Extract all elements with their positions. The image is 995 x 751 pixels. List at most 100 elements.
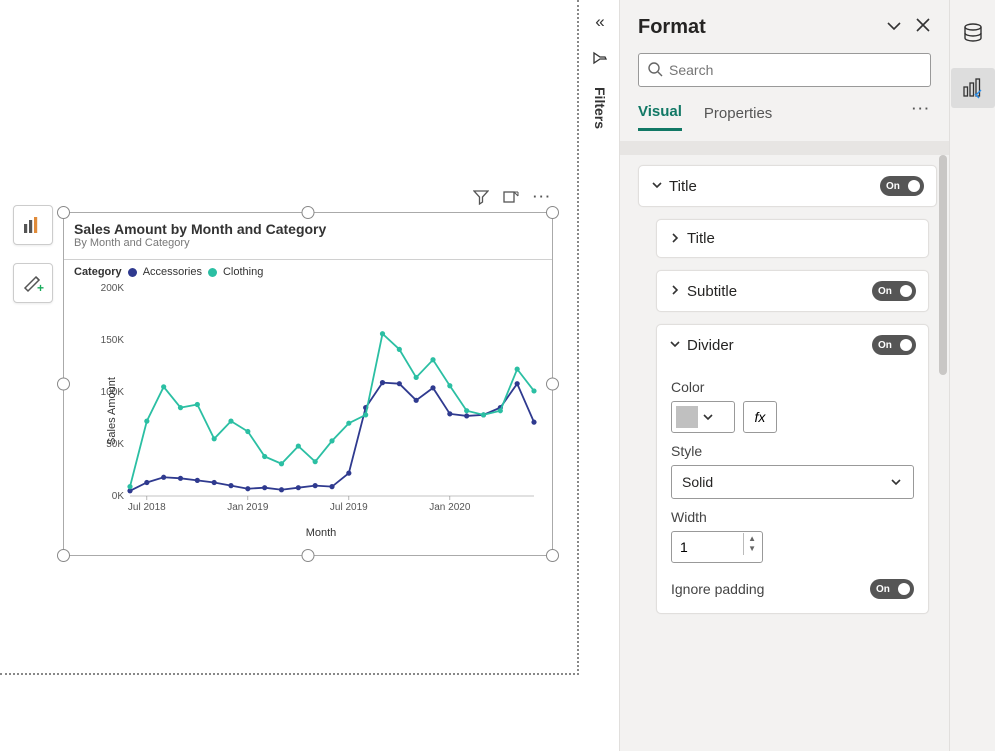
section-header-title-text[interactable]: Title xyxy=(657,220,928,257)
section-subtitle: Subtitle On xyxy=(656,270,929,312)
format-panel: Format Visual Properties ··· Title On xyxy=(619,0,949,751)
format-tool-button[interactable]: + xyxy=(13,263,53,303)
toggle-knob xyxy=(898,583,910,595)
resize-handle[interactable] xyxy=(302,549,315,562)
scrollbar[interactable] xyxy=(939,155,947,375)
section-separator xyxy=(620,141,949,155)
chart-subtitle: By Month and Category xyxy=(64,237,552,255)
resize-handle[interactable] xyxy=(546,206,559,219)
divider-width-spinner[interactable]: ▲▼ xyxy=(671,531,763,563)
chevron-down-icon xyxy=(669,337,681,353)
toggle-subtitle[interactable]: On xyxy=(872,281,916,301)
chevron-down-icon xyxy=(651,178,663,194)
section-header-title[interactable]: Title On xyxy=(639,166,936,206)
line-chart-svg: 0K50K100K150K200KJul 2018Jan 2019Jul 201… xyxy=(90,282,544,522)
tab-visual[interactable]: Visual xyxy=(638,103,682,131)
section-label: Divider xyxy=(687,337,734,354)
search-input-wrapper[interactable] xyxy=(638,53,931,87)
resize-handle[interactable] xyxy=(546,549,559,562)
chevron-down-icon xyxy=(702,411,714,423)
search-icon xyxy=(647,61,663,80)
divider-fields: Color fx Style Solid Width ▲▼ xyxy=(657,365,928,613)
format-tabs: Visual Properties ··· xyxy=(620,87,949,131)
section-label: Subtitle xyxy=(687,283,737,300)
section-label: Title xyxy=(669,178,697,195)
section-label: Title xyxy=(687,230,715,247)
collapse-chevron-icon[interactable]: « xyxy=(595,12,604,32)
style-value: Solid xyxy=(682,474,713,490)
svg-text:Jan 2019: Jan 2019 xyxy=(227,502,269,513)
width-input[interactable] xyxy=(672,539,738,555)
y-axis-title: Sales Amount xyxy=(106,377,118,445)
svg-text:150K: 150K xyxy=(101,335,125,346)
more-options-icon[interactable]: ··· xyxy=(533,189,552,208)
toggle-title[interactable]: On xyxy=(880,176,924,196)
svg-text:200K: 200K xyxy=(101,283,125,294)
resize-handle[interactable] xyxy=(57,549,70,562)
svg-text:Jul 2018: Jul 2018 xyxy=(128,502,166,513)
legend-item-label: Clothing xyxy=(223,266,263,278)
svg-text:Jan 2020: Jan 2020 xyxy=(429,502,471,513)
svg-text:Jul 2019: Jul 2019 xyxy=(330,502,368,513)
chevron-down-icon[interactable] xyxy=(885,17,903,38)
chevron-down-icon xyxy=(889,475,903,489)
more-options-icon[interactable]: ··· xyxy=(912,101,931,116)
data-pane-icon[interactable] xyxy=(958,18,988,48)
toggle-ignore-padding[interactable]: On xyxy=(870,579,914,599)
toggle-state: On xyxy=(880,181,900,192)
color-label: Color xyxy=(671,379,914,395)
section-title: Title On xyxy=(638,165,937,207)
chart-visual-container[interactable]: ··· Sales Amount by Month and Category B… xyxy=(63,212,553,556)
ignore-padding-label: Ignore padding xyxy=(671,581,764,597)
legend-swatch-clothing xyxy=(208,268,217,277)
chart-title-divider xyxy=(64,259,552,260)
resize-handle[interactable] xyxy=(302,206,315,219)
filters-pane-label[interactable]: Filters xyxy=(592,87,608,129)
color-swatch xyxy=(676,406,698,428)
resize-handle[interactable] xyxy=(57,378,70,391)
section-divider: Divider On Color fx Style xyxy=(656,324,929,614)
chevron-right-icon xyxy=(669,231,681,247)
fields-tool-button[interactable] xyxy=(13,205,53,245)
visual-side-tools: + xyxy=(13,205,53,321)
legend-title: Category xyxy=(74,266,122,278)
legend-swatch-accessories xyxy=(128,268,137,277)
toggle-state: On xyxy=(870,584,890,595)
visual-header-toolbar: ··· xyxy=(473,189,552,208)
spin-buttons[interactable]: ▲▼ xyxy=(743,533,760,555)
toggle-state: On xyxy=(872,340,892,351)
chevron-right-icon xyxy=(669,283,681,299)
svg-text:0K: 0K xyxy=(112,491,125,502)
svg-text:+: + xyxy=(37,281,44,294)
width-label: Width xyxy=(671,509,914,525)
focus-mode-icon[interactable] xyxy=(503,189,519,208)
toggle-knob xyxy=(900,339,912,351)
chart-legend: Category Accessories Clothing xyxy=(64,266,552,282)
x-axis-title: Month xyxy=(90,525,552,539)
format-sections-scroll: Title On Title Subtitle xyxy=(620,155,949,614)
visualizations-pane-icon[interactable] xyxy=(951,68,995,108)
filters-orientation-icon[interactable] xyxy=(592,50,608,69)
filters-pane-collapsed: « Filters xyxy=(581,0,619,751)
tab-properties[interactable]: Properties xyxy=(704,105,772,130)
legend-item-label: Accessories xyxy=(143,266,202,278)
toggle-knob xyxy=(908,180,920,192)
close-icon[interactable] xyxy=(915,17,931,38)
divider-style-select[interactable]: Solid xyxy=(671,465,914,499)
right-tool-rail xyxy=(949,0,995,751)
toggle-knob xyxy=(900,285,912,297)
filter-icon[interactable] xyxy=(473,189,489,208)
divider-color-picker[interactable] xyxy=(671,401,735,433)
toggle-state: On xyxy=(872,286,892,297)
search-input[interactable] xyxy=(669,62,922,78)
fx-button[interactable]: fx xyxy=(743,401,777,433)
section-title-text: Title xyxy=(656,219,929,258)
resize-handle[interactable] xyxy=(57,206,70,219)
panel-title: Format xyxy=(638,16,706,39)
toggle-divider[interactable]: On xyxy=(872,335,916,355)
style-label: Style xyxy=(671,443,914,459)
report-canvas[interactable]: + ··· Sales Amount by Month and Category… xyxy=(0,0,579,675)
section-header-divider[interactable]: Divider On xyxy=(657,325,928,365)
chart-plot-area: Sales Amount 0K50K100K150K200KJul 2018Ja… xyxy=(90,282,552,539)
section-header-subtitle[interactable]: Subtitle On xyxy=(657,271,928,311)
